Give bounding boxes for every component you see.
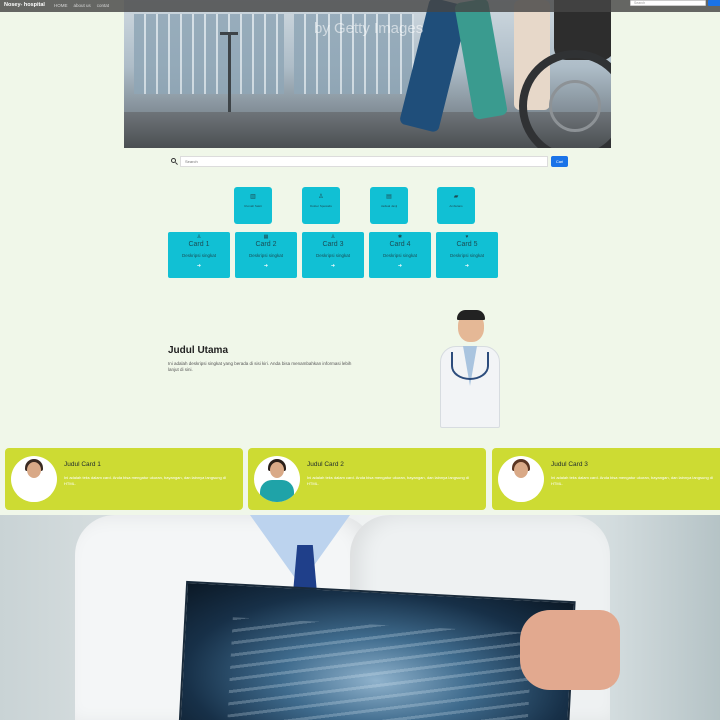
nav-link-contact[interactable]: contat xyxy=(97,1,109,10)
brand-logo[interactable]: Nosey- hospital xyxy=(4,1,45,10)
wheelchair-hub xyxy=(549,80,601,132)
profile-card-text: Ini adalah teks dalam card. Anda bisa me… xyxy=(551,475,713,486)
person-icon: ♙ xyxy=(330,234,336,240)
nav-link-home[interactable]: HOME xyxy=(54,1,68,10)
avatar-face xyxy=(270,462,284,478)
stethoscope-icon xyxy=(451,352,489,380)
arrow-right-icon[interactable]: ➜ xyxy=(168,263,230,269)
arrow-right-icon[interactable]: ➜ xyxy=(369,263,431,269)
nav-search-button[interactable] xyxy=(708,0,720,6)
doctor-icon: ♙ xyxy=(318,194,324,200)
hero-staff-figure xyxy=(454,0,508,121)
avatar xyxy=(11,456,57,502)
card-4[interactable]: ✱ Card 4 Deskripsi singkat ➜ xyxy=(369,232,431,278)
arrow-right-icon[interactable]: ➜ xyxy=(436,263,498,269)
tile-label: Dokter Spesialis xyxy=(310,204,332,208)
avatar-face xyxy=(514,462,528,478)
tile-label: Ambulans xyxy=(449,204,463,208)
navbar: Nosey- hospital HOME about us contat Sea… xyxy=(0,0,720,12)
tile-label: Jadwal Janji xyxy=(380,204,398,208)
intro-description: Ini adalah deskripsi singkat yang berada… xyxy=(168,361,352,372)
doctor-hair xyxy=(457,310,485,320)
tile-ambulance[interactable]: ▰ Ambulans xyxy=(437,187,475,224)
profile-card-text: Ini adalah teks dalam card. Anda bisa me… xyxy=(307,475,469,486)
card-2[interactable]: ▦ Card 2 Deskripsi singkat ➜ xyxy=(235,232,297,278)
doctor-hand xyxy=(520,610,620,690)
user-icon: ♙ xyxy=(196,234,202,240)
doctor-image xyxy=(437,308,503,428)
profile-card-1[interactable]: Judul Card 1 Ini adalah teks dalam card.… xyxy=(5,448,243,510)
avatar-body xyxy=(260,480,294,502)
hero-watermark: by Getty Images xyxy=(314,20,424,37)
avatar-body xyxy=(504,480,538,502)
nav-links: HOME about us contat xyxy=(54,1,109,10)
tile-hospital[interactable]: ▥ Rumah Sakit xyxy=(234,187,272,224)
search-input[interactable] xyxy=(180,156,548,167)
profile-card-title: Judul Card 2 xyxy=(307,461,344,468)
avatar-face xyxy=(27,462,41,478)
card-title: Card 3 xyxy=(322,241,344,248)
profile-card-title: Judul Card 1 xyxy=(64,461,101,468)
calendar-icon: ▦ xyxy=(263,234,269,240)
xray-banner-image xyxy=(0,515,720,720)
arrow-right-icon[interactable]: ➜ xyxy=(235,263,297,269)
card-description: Deskripsi singkat xyxy=(248,253,283,258)
search-icon xyxy=(171,158,176,163)
card-description: Deskripsi singkat xyxy=(315,253,350,258)
profile-card-2[interactable]: Judul Card 2 Ini adalah teks dalam card.… xyxy=(248,448,486,510)
card-title: Card 5 xyxy=(456,241,478,248)
card-description: Deskripsi singkat xyxy=(382,253,417,258)
card-description: Deskripsi singkat xyxy=(449,253,484,258)
main-heading: Judul Utama xyxy=(168,345,229,356)
card-title: Card 1 xyxy=(188,241,210,248)
search-bar: Cari xyxy=(168,156,568,167)
card-1[interactable]: ♙ Card 1 Deskripsi singkat ➜ xyxy=(168,232,230,278)
hero-lamp-pole xyxy=(228,32,231,112)
nav-link-about[interactable]: about us xyxy=(74,1,91,10)
avatar xyxy=(498,456,544,502)
search-button[interactable]: Cari xyxy=(551,156,568,167)
card-description: Deskripsi singkat xyxy=(181,253,216,258)
avatar-body xyxy=(17,480,51,502)
card-title: Card 2 xyxy=(255,241,277,248)
xray-ribs xyxy=(227,617,533,720)
tile-schedule[interactable]: ▤ Jadwal Janji xyxy=(370,187,408,224)
ambulance-icon: ▰ xyxy=(453,194,459,200)
hospital-icon: ▥ xyxy=(250,194,256,200)
arrow-right-icon[interactable]: ➜ xyxy=(302,263,364,269)
gear-icon: ✱ xyxy=(397,234,403,240)
profile-card-text: Ini adalah teks dalam card. Anda bisa me… xyxy=(64,475,226,486)
hero-image: by Getty Images xyxy=(124,0,611,148)
hero-windows xyxy=(134,14,284,94)
schedule-icon: ▤ xyxy=(386,194,392,200)
tile-doctor[interactable]: ♙ Dokter Spesialis xyxy=(302,187,340,224)
card-title: Card 4 xyxy=(389,241,411,248)
avatar xyxy=(254,456,300,502)
card-3[interactable]: ♙ Card 3 Deskripsi singkat ➜ xyxy=(302,232,364,278)
nav-search-input[interactable]: Search xyxy=(630,0,706,6)
profile-card-3[interactable]: Judul Card 3 Ini adalah teks dalam card.… xyxy=(492,448,720,510)
heart-icon: ♥ xyxy=(465,234,469,240)
card-5[interactable]: ♥ Card 5 Deskripsi singkat ➜ xyxy=(436,232,498,278)
profile-card-title: Judul Card 3 xyxy=(551,461,588,468)
tile-label: Rumah Sakit xyxy=(244,204,262,208)
